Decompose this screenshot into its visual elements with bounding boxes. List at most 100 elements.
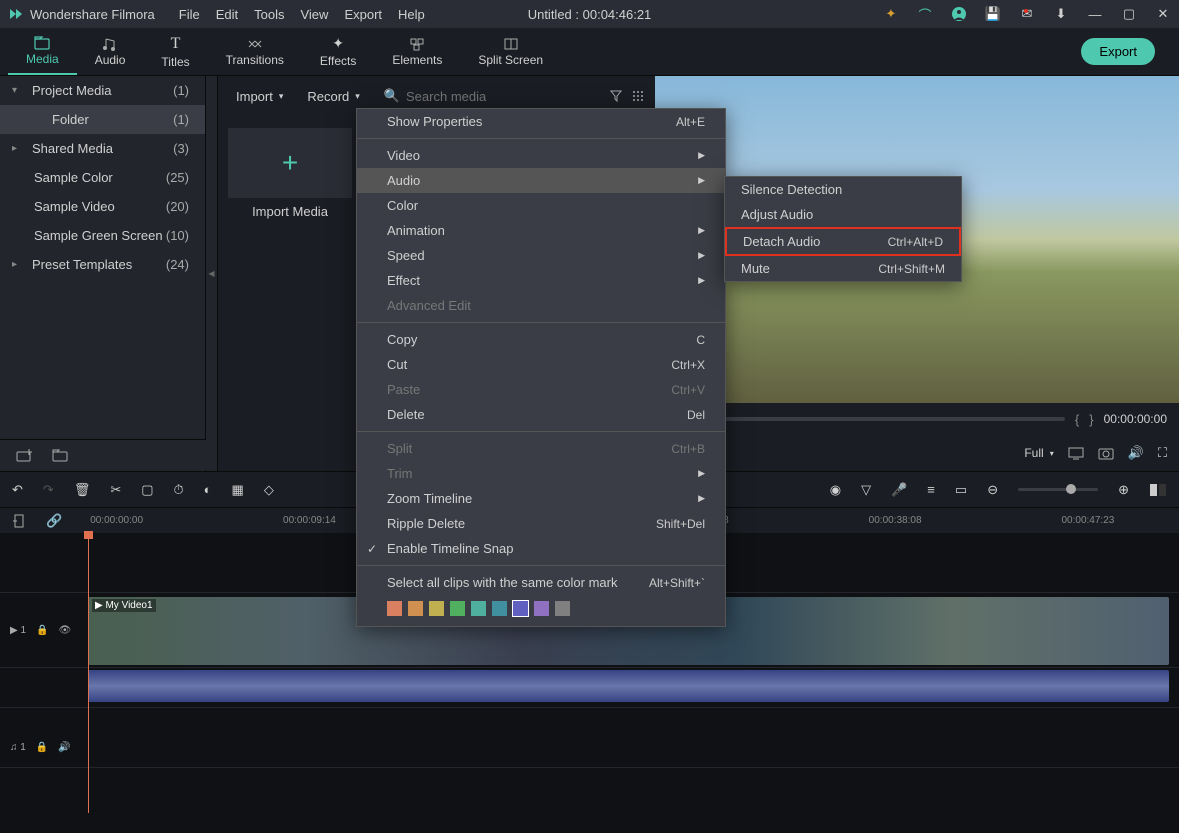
sidebar-sample-video[interactable]: Sample Video(20) [0, 192, 205, 221]
swatch[interactable] [555, 601, 570, 616]
sub-silence-detection[interactable]: Silence Detection [725, 177, 961, 202]
ctx-animation[interactable]: Animation▶ [357, 218, 725, 243]
playhead[interactable] [88, 533, 89, 813]
mute-icon[interactable]: 🔊 [58, 742, 70, 753]
folder-icon[interactable] [52, 448, 68, 462]
search-input[interactable] [406, 89, 593, 104]
grid-icon[interactable] [631, 89, 645, 103]
maximize-icon[interactable]: ▢ [1121, 6, 1137, 22]
swatch[interactable] [492, 601, 507, 616]
zoom-in-icon[interactable]: ⊕ [1118, 482, 1129, 498]
display-icon[interactable] [1068, 446, 1084, 460]
tab-transitions[interactable]: Transitions [208, 28, 302, 75]
close-icon[interactable]: ✕ [1155, 6, 1171, 22]
swatch[interactable] [387, 601, 402, 616]
sidebar-preset-templates[interactable]: ▸Preset Templates(24) [0, 250, 205, 279]
tab-effects[interactable]: ✦Effects [302, 28, 374, 75]
zoom-out-icon[interactable]: ⊖ [987, 482, 998, 498]
sub-detach-audio[interactable]: Detach AudioCtrl+Alt+D [725, 227, 961, 256]
sub-adjust-audio[interactable]: Adjust Audio [725, 202, 961, 227]
tab-splitscreen[interactable]: Split Screen [460, 28, 561, 75]
menu-view[interactable]: View [300, 7, 328, 22]
timeline-link-icon[interactable]: 🔗 [46, 513, 62, 529]
mark-in-icon[interactable]: { [1075, 412, 1079, 427]
audio-clip[interactable] [88, 670, 1169, 702]
mail-icon[interactable]: ✉ [1019, 6, 1035, 22]
ctx-enable-snap[interactable]: ✓Enable Timeline Snap [357, 536, 725, 561]
visibility-icon[interactable]: 👁 [58, 625, 71, 636]
swatch[interactable] [408, 601, 423, 616]
snapshot-icon[interactable] [1098, 446, 1114, 460]
sidebar-collapse-handle[interactable]: ◀ [206, 76, 218, 471]
record-dropdown[interactable]: Record▾ [299, 85, 367, 108]
sidebar-sample-color[interactable]: Sample Color(25) [0, 163, 205, 192]
sub-mute[interactable]: MuteCtrl+Shift+M [725, 256, 961, 281]
filter-icon[interactable] [609, 89, 623, 103]
undo-icon[interactable]: ↶ [12, 482, 23, 498]
ctx-copy[interactable]: CopyC [357, 327, 725, 352]
minimize-icon[interactable]: — [1087, 6, 1103, 22]
ctx-ripple-delete[interactable]: Ripple DeleteShift+Del [357, 511, 725, 536]
greenscreen-icon[interactable]: ▦ [232, 482, 244, 498]
account-icon[interactable] [951, 6, 967, 22]
ctx-show-properties[interactable]: Show PropertiesAlt+E [357, 109, 725, 134]
tab-media[interactable]: Media [8, 28, 77, 75]
tab-titles[interactable]: TTitles [143, 28, 207, 75]
ctx-audio[interactable]: Audio▶ [357, 168, 725, 193]
menu-help[interactable]: Help [398, 7, 425, 22]
color-icon[interactable]: ◐ [204, 482, 212, 497]
split-icon[interactable]: ✂ [110, 482, 121, 498]
lock-icon[interactable]: 🔒 [36, 742, 48, 753]
swatch[interactable] [429, 601, 444, 616]
zoom-fit-icon[interactable] [1149, 482, 1167, 498]
ctx-video[interactable]: Video▶ [357, 143, 725, 168]
tab-audio[interactable]: Audio [77, 28, 144, 75]
menu-edit[interactable]: Edit [216, 7, 238, 22]
lock-icon[interactable]: 🔒 [36, 625, 48, 636]
import-media-thumb[interactable]: + Import Media [228, 128, 352, 219]
render-icon[interactable]: ◉ [830, 482, 841, 498]
zoom-slider[interactable] [1018, 488, 1098, 491]
preview-timeline-slider[interactable] [667, 417, 1065, 421]
export-button[interactable]: Export [1081, 38, 1155, 65]
sidebar-folder[interactable]: Folder(1) [0, 105, 205, 134]
speed-icon[interactable]: ⏱ [174, 482, 184, 498]
ctx-effect[interactable]: Effect▶ [357, 268, 725, 293]
swatch[interactable] [450, 601, 465, 616]
ctx-speed[interactable]: Speed▶ [357, 243, 725, 268]
swatch[interactable] [534, 601, 549, 616]
mark-out-icon[interactable]: } [1089, 412, 1093, 427]
new-folder-icon[interactable] [16, 448, 32, 462]
tab-elements[interactable]: Elements [374, 28, 460, 75]
menu-export[interactable]: Export [344, 7, 382, 22]
delete-icon[interactable]: 🗑 [74, 482, 91, 498]
ctx-color[interactable]: Color [357, 193, 725, 218]
ctx-zoom-timeline[interactable]: Zoom Timeline▶ [357, 486, 725, 511]
sidebar-shared-media[interactable]: ▸Shared Media(3) [0, 134, 205, 163]
crop-icon[interactable]: ▢ [141, 482, 153, 498]
mixer-icon[interactable]: ≡ [927, 482, 935, 497]
import-dropdown[interactable]: Import▾ [228, 85, 291, 108]
marker-icon[interactable]: ▽ [861, 482, 871, 498]
ctx-select-color-mark[interactable]: Select all clips with the same color mar… [357, 570, 725, 595]
volume-icon[interactable]: 🔊 [1128, 445, 1144, 461]
sidebar-project-media[interactable]: ▾Project Media(1) [0, 76, 205, 105]
menu-file[interactable]: File [179, 7, 200, 22]
timeline-add-icon[interactable] [12, 514, 26, 528]
keyframe-icon[interactable]: ◇ [264, 482, 274, 498]
voiceover-icon[interactable]: 🎤 [891, 482, 907, 498]
preview-quality-dropdown[interactable]: Full▾ [1024, 446, 1053, 460]
save-icon[interactable]: 💾 [985, 6, 1001, 22]
download-icon[interactable]: ⬇ [1053, 6, 1069, 22]
fullscreen-icon[interactable]: ⛶ [1158, 445, 1167, 461]
ctx-delete[interactable]: DeleteDel [357, 402, 725, 427]
headphones-icon[interactable]: ⌒ [917, 6, 933, 22]
ctx-cut[interactable]: CutCtrl+X [357, 352, 725, 377]
swatch[interactable] [513, 601, 528, 616]
swatch[interactable] [471, 601, 486, 616]
expand-icon[interactable]: ▭ [955, 482, 967, 498]
sidebar-sample-greenscreen[interactable]: Sample Green Screen(10) [0, 221, 205, 250]
redo-icon[interactable]: ↷ [43, 482, 54, 498]
menu-tools[interactable]: Tools [254, 7, 284, 22]
bulb-icon[interactable]: ✦ [883, 6, 899, 22]
